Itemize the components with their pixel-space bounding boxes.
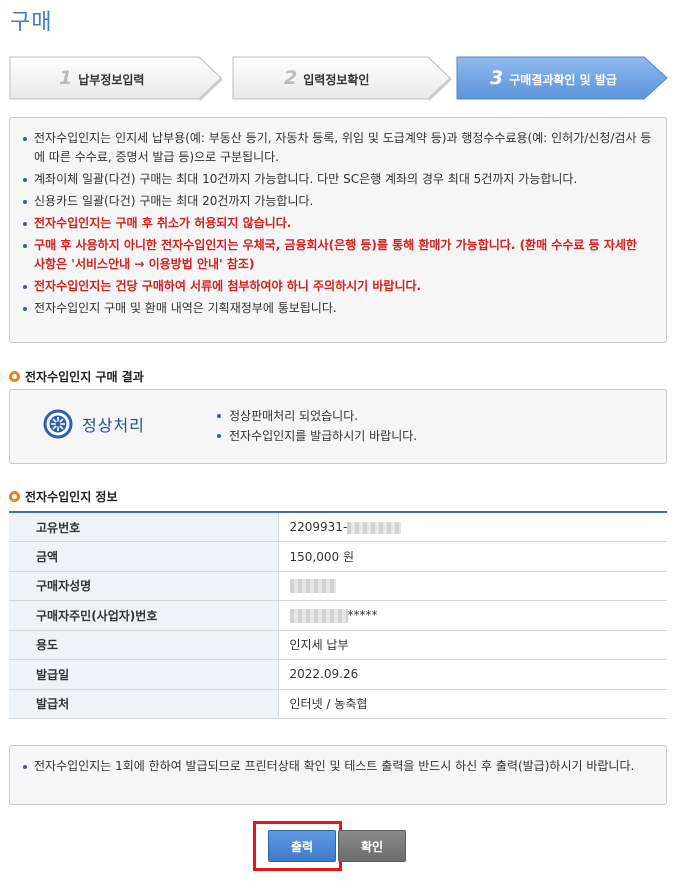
masked-id-suffix: ***** [347,608,378,622]
print-notice-item: 전자수입인지는 1회에 한하여 발급되므로 프린터상태 확인 및 테스트 출력을… [23,757,652,776]
step-3-text: 3 구매결과확인 및 발급 [490,56,617,100]
row-label: 발급일 [9,659,279,690]
step-3-number: 3 [490,67,504,89]
notice-item: 전자수입인지는 인지세 납부용(예: 부동산 등기, 자동차 등록, 위임 및 … [23,129,652,167]
row-label: 구매자성명 [9,571,279,601]
step-2-text: 2 입력정보확인 [284,56,369,100]
row-value: 150,000 원 [278,541,667,572]
section-bullet-icon [9,371,20,382]
row-value [278,571,667,601]
notice-item: 신용카드 일괄(다건) 구매는 최대 20건까지 가능합니다. [23,192,652,211]
step-2-label: 입력정보확인 [303,73,370,87]
serial-number: 2209931- [289,520,348,534]
notice-item-warning: 전자수입인지는 건당 구매하여 서류에 첨부하여야 하니 주의하시기 바랍니다. [23,277,652,296]
step-1-text: 1 납부정보입력 [59,56,144,100]
step-3-label: 구매결과확인 및 발급 [509,73,617,87]
step-1: 1 납부정보입력 [9,56,223,101]
table-row: 금액 150,000 원 [9,541,667,572]
notice-box: 전자수입인지는 인지세 납부용(예: 부동산 등기, 자동차 등록, 위임 및 … [9,117,667,343]
notice-item: 계좌이체 일괄(다건) 구매는 최대 10건까지 가능합니다. 다만 SC은행 … [23,170,652,189]
row-value: 2209931- [278,512,667,542]
result-message: 정상판매처리 되었습니다. [217,406,417,426]
step-1-label: 납부정보입력 [78,73,145,87]
row-label: 구매자주민(사업자)번호 [9,600,279,631]
info-section-title-text: 전자수입인지 정보 [25,490,118,504]
step-bar: 1 납부정보입력 2 입력정보확인 3 구매결과확인 및 발급 [9,56,669,102]
notice-list: 전자수입인지는 인지세 납부용(예: 부동산 등기, 자동차 등록, 위임 및 … [23,129,652,318]
print-button[interactable]: 출력 [268,830,336,862]
row-label: 발급처 [9,689,279,719]
print-notice-box: 전자수입인지는 1회에 한하여 발급되므로 프린터상태 확인 및 테스트 출력을… [9,745,667,805]
table-row: 고유번호 2209931- [9,512,667,542]
step-1-number: 1 [59,67,73,89]
redacted-block [289,608,348,623]
table-row: 구매자주민(사업자)번호 ***** [9,600,667,631]
success-seal-icon [43,409,73,439]
step-3: 3 구매결과확인 및 발급 [456,56,669,100]
result-section-title-text: 전자수입인지 구매 결과 [25,370,144,384]
step-2: 2 입력정보확인 [232,56,452,101]
info-section-title: 전자수입인지 정보 [9,488,118,505]
row-value: 2022.09.26 [278,659,667,690]
notice-item: 전자수입인지 구매 및 환매 내역은 기획재정부에 통보됩니다. [23,299,652,318]
notice-item-warning: 구매 후 사용하지 아니한 전자수입인지는 우체국, 금융회사(은행 등)를 통… [23,236,652,274]
notice-item-warning: 전자수입인지는 구매 후 취소가 허용되지 않습니다. [23,214,652,233]
row-label: 금액 [9,541,279,572]
table-row: 구매자성명 [9,571,667,601]
page-title: 구매 [10,10,53,35]
info-table: 고유번호 2209931- 금액 150,000 원 구매자성명 구매자주민(사… [9,511,667,719]
print-notice-list: 전자수입인지는 1회에 한하여 발급되므로 프린터상태 확인 및 테스트 출력을… [23,757,652,776]
table-row: 발급처 인터넷 / 농축협 [9,689,667,719]
redacted-block [289,579,336,593]
row-value: 인터넷 / 농축협 [278,689,667,719]
table-row: 용도 인지세 납부 [9,630,667,660]
step-2-number: 2 [284,67,298,89]
row-label: 용도 [9,630,279,660]
result-box: 정상처리 정상판매처리 되었습니다. 전자수입인지를 발급하시기 바랍니다. [9,389,667,464]
result-section-title: 전자수입인지 구매 결과 [9,368,144,385]
row-label: 고유번호 [9,512,279,542]
confirm-button[interactable]: 확인 [338,830,406,862]
redacted-block [347,521,402,534]
table-row: 발급일 2022.09.26 [9,659,667,690]
result-message-list: 정상판매처리 되었습니다. 전자수입인지를 발급하시기 바랍니다. [217,406,417,446]
row-value: ***** [278,600,667,631]
section-bullet-icon [9,491,20,502]
result-status: 정상처리 [82,416,145,435]
result-message: 전자수입인지를 발급하시기 바랍니다. [217,426,417,446]
row-value: 인지세 납부 [278,630,667,660]
